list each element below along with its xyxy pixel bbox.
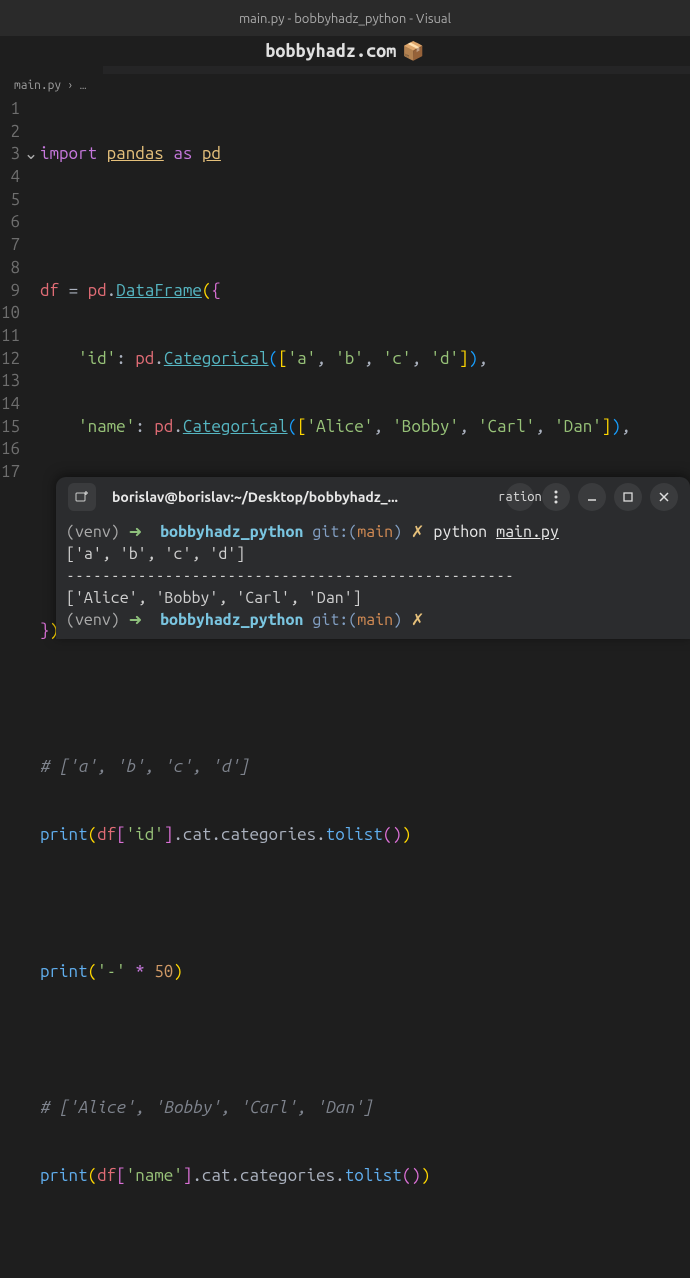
minimize-icon[interactable]	[578, 483, 606, 511]
line-gutter: 1 2 3 4 5 6 7 8 9 10 11 12 13 14 15 16 1…	[0, 98, 22, 1278]
fold-gutter: ⌄	[22, 98, 40, 1278]
fold-chevron-icon[interactable]: ⌄	[22, 143, 40, 166]
window-title: main.py - bobbyhadz_python - Visual	[239, 12, 451, 26]
breadcrumb-file: main.py	[14, 79, 61, 92]
terminal-titlebar: borislav@borislav:~/Desktop/bobbyhadz_..…	[56, 477, 690, 517]
search-icon[interactable]: ration	[506, 483, 534, 511]
run-icon[interactable]	[610, 49, 624, 63]
breadcrumb[interactable]: main.py › …	[0, 74, 690, 96]
breadcrumb-more: …	[80, 79, 87, 92]
terminal-panel: borislav@borislav:~/Desktop/bobbyhadz_..…	[56, 477, 690, 639]
close-icon[interactable]	[650, 483, 678, 511]
tab-bar: main.py M ×	[0, 38, 690, 74]
tab-modified-badge: M	[69, 50, 76, 64]
chevron-down-icon[interactable]	[638, 51, 648, 61]
tab-filename: main.py	[10, 50, 61, 64]
menu-icon[interactable]	[542, 483, 570, 511]
tab-main-py[interactable]: main.py M ×	[0, 38, 103, 74]
window-titlebar: main.py - bobbyhadz_python - Visual	[0, 0, 690, 38]
breadcrumb-separator: ›	[67, 79, 74, 92]
close-icon[interactable]: ×	[84, 49, 92, 66]
compare-icon[interactable]	[662, 48, 678, 64]
terminal-title: borislav@borislav:~/Desktop/bobbyhadz_..…	[106, 489, 496, 505]
maximize-icon[interactable]	[614, 483, 642, 511]
terminal-output[interactable]: (venv) ➜ bobbyhadz_python git:(main) ✗ p…	[56, 517, 690, 633]
code-content[interactable]: import pandas as pd df = pd.DataFrame({ …	[40, 98, 690, 1278]
new-tab-button[interactable]	[68, 483, 96, 511]
code-editor[interactable]: 1 2 3 4 5 6 7 8 9 10 11 12 13 14 15 16 1…	[0, 96, 690, 1278]
